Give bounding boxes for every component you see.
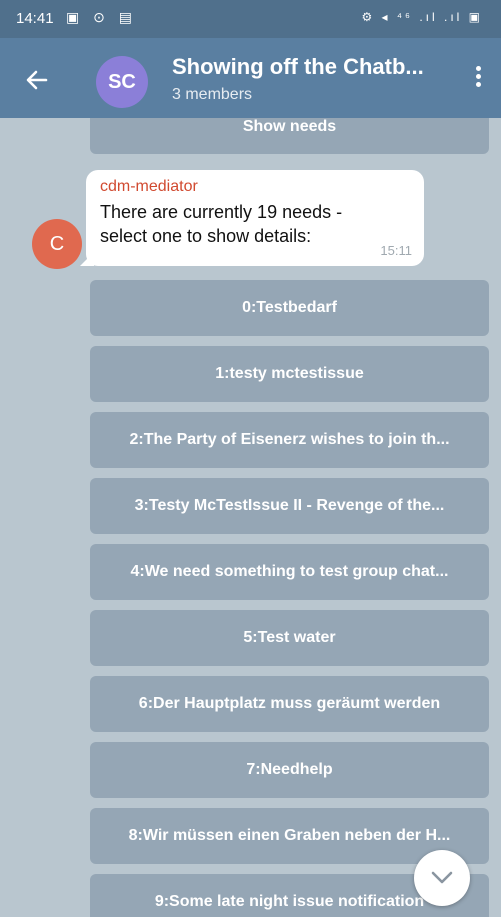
message-text: There are currently 19 needs - select on… <box>100 202 343 246</box>
chat-title[interactable]: Showing off the Chatb... <box>172 54 452 80</box>
message-list[interactable]: Show needs cdm-mediator There are curren… <box>0 118 501 917</box>
chevron-down-icon <box>431 871 453 884</box>
need-button-0[interactable]: 0:Testbedarf <box>90 280 489 336</box>
message-sender: cdm-mediator <box>100 178 198 195</box>
vertical-dots-icon-dot <box>475 82 481 87</box>
system-status-icons: ⚙ ◂ ⁴⁶ .ıl .ıl ▣ <box>361 10 483 24</box>
need-button-7[interactable]: 7:Needhelp <box>90 742 489 798</box>
member-count: 3 members <box>172 86 253 103</box>
show-needs-button[interactable]: Show needs <box>90 118 489 154</box>
vertical-dots-icon-dot <box>475 74 481 79</box>
scroll-down-button[interactable] <box>414 850 470 906</box>
need-button-2[interactable]: 2:The Party of Eisenerz wishes to join t… <box>90 412 489 468</box>
chat-header: SC Showing off the Chatb... 3 members <box>0 38 501 118</box>
need-button-3[interactable]: 3:Testy McTestIssue II - Revenge of the.… <box>90 478 489 534</box>
need-button-5[interactable]: 5:Test water <box>90 610 489 666</box>
message-time: 15:11 <box>380 243 412 258</box>
sender-avatar[interactable]: C <box>32 219 82 269</box>
need-button-1[interactable]: 1:testy mctestissue <box>90 346 489 402</box>
group-avatar[interactable]: SC <box>96 56 148 108</box>
vertical-dots-icon <box>475 66 481 71</box>
notification-icons: ▣ ⊙ ▤ <box>66 9 137 25</box>
status-bar: 14:41 ▣ ⊙ ▤ ⚙ ◂ ⁴⁶ .ıl .ıl ▣ <box>0 0 501 38</box>
need-button-6[interactable]: 6:Der Hauptplatz muss geräumt werden <box>90 676 489 732</box>
more-options-button[interactable] <box>473 66 483 92</box>
status-time: 14:41 <box>16 10 54 27</box>
arrow-left-icon <box>26 70 48 90</box>
message-bubble[interactable]: cdm-mediator There are currently 19 need… <box>86 170 424 266</box>
back-button[interactable] <box>24 60 68 100</box>
need-button-4[interactable]: 4:We need something to test group chat..… <box>90 544 489 600</box>
